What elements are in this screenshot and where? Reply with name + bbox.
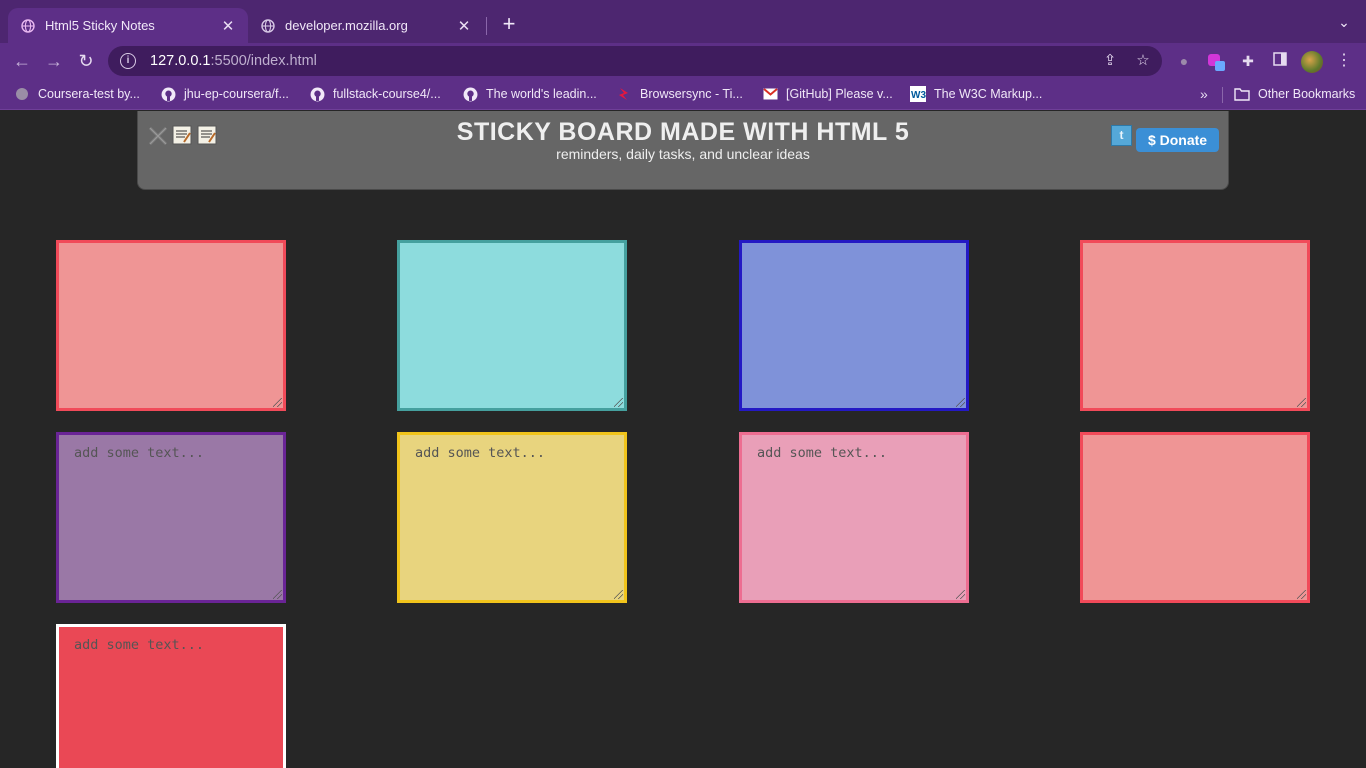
page-content: STICKY BOARD MADE WITH HTML 5 reminders,… <box>0 111 1366 768</box>
twitter-icon[interactable]: t <box>1111 125 1132 146</box>
chevron-down-icon[interactable]: ⌄ <box>1334 14 1354 34</box>
bookmark-label: fullstack-course4/... <box>333 87 441 101</box>
side-panel-icon[interactable] <box>1270 51 1290 71</box>
svg-text:W3: W3 <box>911 90 926 101</box>
bookmark-item[interactable]: The world's leadin... <box>462 84 597 104</box>
bookmark-item[interactable]: Coursera-test by... <box>14 84 140 104</box>
bookmark-label: jhu-ep-coursera/f... <box>184 87 289 101</box>
globe-icon <box>20 18 36 34</box>
sticky-note[interactable] <box>1080 432 1310 603</box>
share-icon[interactable]: ⇪ <box>1102 53 1118 69</box>
other-bookmarks-label: Other Bookmarks <box>1258 87 1356 101</box>
sticky-note[interactable]: add some text... <box>397 432 627 603</box>
resize-grip-icon[interactable] <box>956 398 965 407</box>
w3c-icon: W3 <box>910 86 926 102</box>
resize-grip-icon[interactable] <box>1297 398 1306 407</box>
tab-strip: Html5 Sticky Notes ✕ developer.mozilla.o… <box>0 0 1366 43</box>
globe-icon <box>260 18 276 34</box>
close-icon[interactable]: ✕ <box>220 17 236 35</box>
chevron-double-right-icon[interactable]: » <box>1200 86 1208 102</box>
page-title: STICKY BOARD MADE WITH HTML 5 <box>456 118 910 146</box>
folder-icon <box>1234 86 1250 102</box>
sticky-note[interactable] <box>1080 240 1310 411</box>
sticky-note[interactable] <box>56 240 286 411</box>
new-tab-button[interactable]: + <box>497 13 521 37</box>
tab-title: Html5 Sticky Notes <box>45 18 155 33</box>
note-placeholder: add some text... <box>757 445 888 461</box>
address-bar[interactable]: i 127.0.0.1:5500/index.html ⇪ ☆ <box>108 46 1162 76</box>
bookmark-label: Coursera-test by... <box>38 87 140 101</box>
sticky-note[interactable]: add some text... <box>56 432 286 603</box>
gmail-icon <box>762 86 778 102</box>
globe-icon <box>14 86 30 102</box>
forward-arrow-icon[interactable]: → <box>42 49 66 73</box>
bookmarks-bar: Coursera-test by... jhu-ep-coursera/f...… <box>0 79 1366 110</box>
reload-icon[interactable]: ↻ <box>74 49 98 73</box>
tab-sticky-notes[interactable]: Html5 Sticky Notes ✕ <box>8 8 248 43</box>
sticky-note[interactable]: add some text... <box>739 432 969 603</box>
donate-button[interactable]: $ Donate <box>1136 128 1219 152</box>
sticky-note[interactable]: add some text... <box>56 624 286 768</box>
sticky-note[interactable] <box>397 240 627 411</box>
bookmark-item[interactable]: fullstack-course4/... <box>309 84 441 104</box>
bookmark-label: Browsersync - Ti... <box>640 87 743 101</box>
bookmarks-divider <box>1222 87 1223 103</box>
page-subtitle: reminders, daily tasks, and unclear idea… <box>556 146 810 162</box>
resize-grip-icon[interactable] <box>614 590 623 599</box>
browser-toolbar: ← → ↻ i 127.0.0.1:5500/index.html ⇪ ☆ ● … <box>0 43 1366 79</box>
header-panel: STICKY BOARD MADE WITH HTML 5 reminders,… <box>137 111 1229 190</box>
resize-grip-icon[interactable] <box>956 590 965 599</box>
resize-grip-icon[interactable] <box>1297 590 1306 599</box>
bookmark-item[interactable]: W3 The W3C Markup... <box>910 84 1042 104</box>
github-icon <box>160 86 176 102</box>
close-icon[interactable]: ✕ <box>456 17 472 35</box>
browsersync-icon <box>616 86 632 102</box>
other-bookmarks-folder[interactable]: Other Bookmarks <box>1234 84 1355 104</box>
note-placeholder: add some text... <box>74 445 205 461</box>
bookmark-item[interactable]: jhu-ep-coursera/f... <box>160 84 289 104</box>
bookmark-label: The W3C Markup... <box>934 87 1043 101</box>
color-picker-extension-icon[interactable] <box>1206 51 1226 71</box>
extension-dot-icon[interactable]: ● <box>1174 51 1194 71</box>
note-placeholder: add some text... <box>74 637 205 653</box>
bookmark-label: The world's leadin... <box>486 87 597 101</box>
resize-grip-icon[interactable] <box>614 398 623 407</box>
avatar[interactable] <box>1301 51 1323 73</box>
puzzle-icon[interactable]: ✚ <box>1238 51 1258 71</box>
github-icon <box>309 86 325 102</box>
bookmark-label: [GitHub] Please v... <box>786 87 893 101</box>
resize-grip-icon[interactable] <box>273 590 282 599</box>
info-icon[interactable]: i <box>120 53 136 69</box>
sticky-note[interactable] <box>739 240 969 411</box>
github-icon <box>462 86 478 102</box>
tab-divider <box>486 17 487 35</box>
tab-mozilla[interactable]: developer.mozilla.org ✕ <box>248 8 484 43</box>
note-placeholder: add some text... <box>415 445 546 461</box>
more-menu-icon[interactable]: ⋮ <box>1336 50 1352 72</box>
bookmark-item[interactable]: Browsersync - Ti... <box>616 84 743 104</box>
bookmark-item[interactable]: [GitHub] Please v... <box>762 84 893 104</box>
back-arrow-icon[interactable]: ← <box>10 49 34 73</box>
star-icon[interactable]: ☆ <box>1135 53 1151 69</box>
resize-grip-icon[interactable] <box>273 398 282 407</box>
url-text[interactable]: 127.0.0.1:5500/index.html <box>150 53 317 69</box>
tab-title: developer.mozilla.org <box>285 18 408 33</box>
